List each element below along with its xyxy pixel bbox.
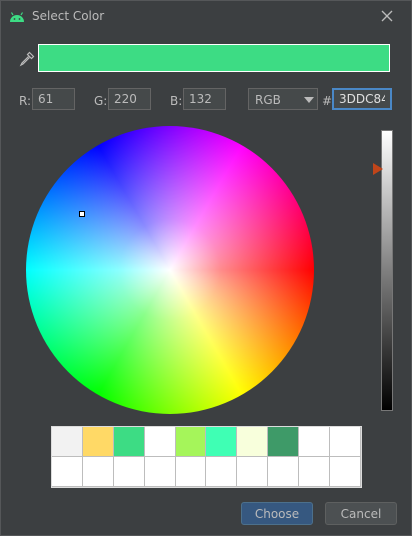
blue-input[interactable]	[183, 88, 226, 110]
color-swatch[interactable]	[82, 427, 114, 457]
color-swatch[interactable]	[175, 457, 207, 487]
color-swatch[interactable]	[237, 427, 269, 457]
color-swatch[interactable]	[113, 427, 145, 457]
cancel-button[interactable]: Cancel	[325, 502, 397, 525]
green-label: G:	[94, 94, 108, 108]
title-bar: Select Color	[1, 1, 411, 33]
close-icon[interactable]	[378, 7, 396, 25]
color-swatch[interactable]	[206, 427, 238, 457]
color-wheel[interactable]	[26, 126, 314, 414]
color-swatch[interactable]	[268, 457, 300, 487]
hash-label: #	[322, 94, 333, 108]
eyedropper-icon[interactable]	[19, 51, 35, 67]
color-swatch[interactable]	[52, 427, 83, 457]
green-input[interactable]	[108, 88, 151, 110]
brightness-pointer-icon[interactable]	[373, 163, 383, 175]
select-color-dialog: Select Color R: G: B: RGB # Choose Cance…	[0, 0, 412, 536]
color-preview	[38, 44, 390, 72]
color-swatch[interactable]	[144, 427, 176, 457]
android-icon	[10, 12, 24, 22]
color-wheel-marker[interactable]	[79, 211, 85, 217]
color-swatch[interactable]	[52, 457, 83, 487]
color-swatch[interactable]	[268, 427, 300, 457]
blue-label: B:	[170, 94, 183, 108]
dialog-title: Select Color	[32, 9, 105, 23]
color-mode-select[interactable]: RGB	[248, 88, 318, 110]
chevron-down-icon	[304, 97, 314, 103]
color-swatch[interactable]	[175, 427, 207, 457]
color-swatch[interactable]	[144, 457, 176, 487]
color-swatch[interactable]	[113, 457, 145, 487]
color-swatch[interactable]	[330, 457, 361, 487]
color-mode-value: RGB	[255, 93, 281, 107]
color-swatch[interactable]	[299, 457, 331, 487]
color-swatch[interactable]	[82, 457, 114, 487]
choose-button[interactable]: Choose	[241, 502, 313, 525]
color-swatch[interactable]	[299, 427, 331, 457]
recent-colors-palette	[51, 426, 362, 488]
hex-input[interactable]	[332, 88, 392, 110]
red-input[interactable]	[32, 88, 75, 110]
red-label: R:	[19, 94, 32, 108]
color-swatch[interactable]	[237, 457, 269, 487]
color-swatch[interactable]	[206, 457, 238, 487]
color-swatch[interactable]	[330, 427, 361, 457]
